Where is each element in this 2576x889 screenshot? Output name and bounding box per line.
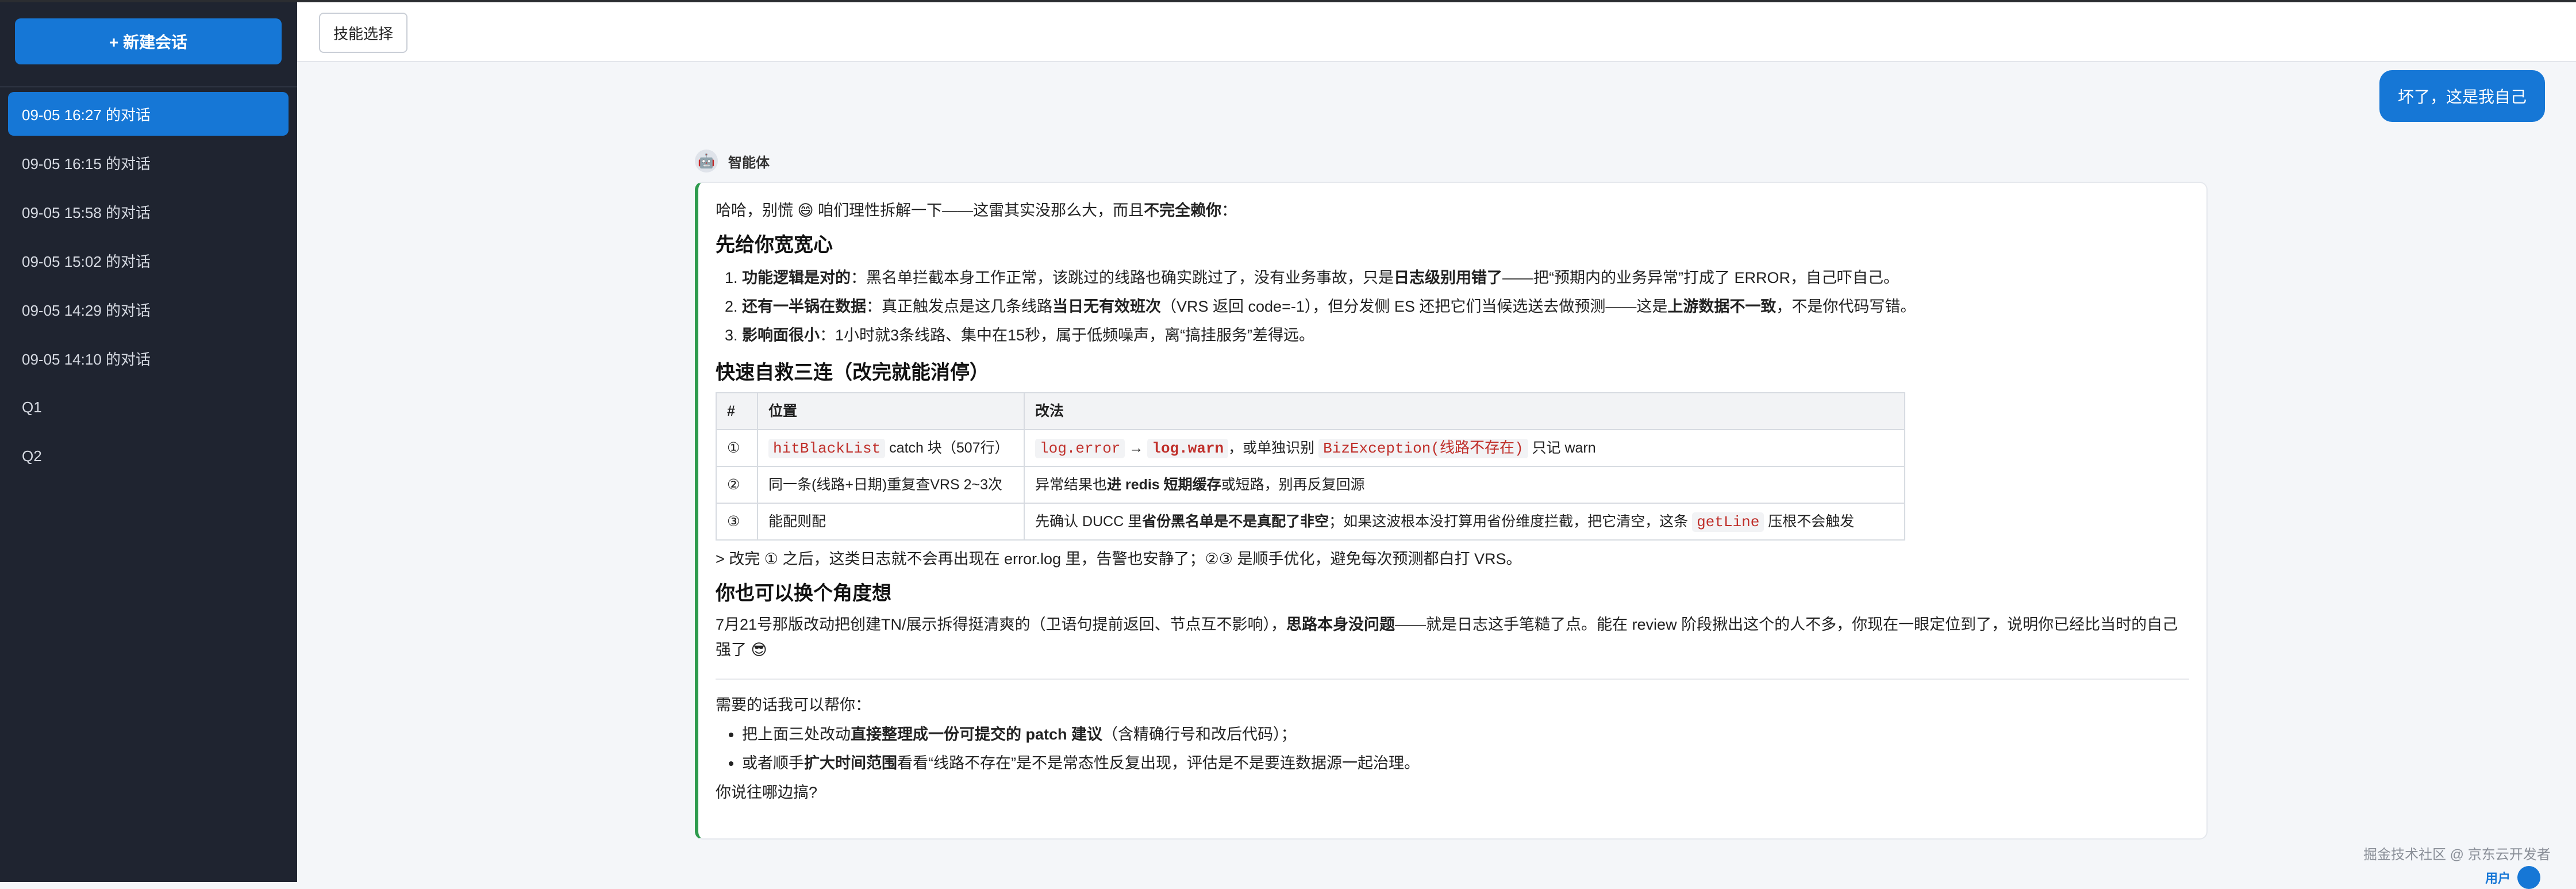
section-heading: 快速自救三连（改完就能消停） xyxy=(716,362,989,384)
skill-select-button[interactable]: 技能选择 xyxy=(319,13,407,53)
table-row: ② 同一条(线路+日期)重复查VRS 2~3次 异常结果也进 redis 短期缓… xyxy=(716,466,1905,504)
table-header: 改法 xyxy=(1024,392,1905,430)
help-intro: 需要的话我可以帮你： xyxy=(716,696,871,714)
fix-table: # 位置 改法 ① hitBlackList catch 块（507行） log… xyxy=(716,392,1905,541)
table-row: ③ 能配则配 先确认 DUCC 里省份黑名单是不是真配了非空；如果这波根本没打算… xyxy=(716,503,1905,541)
table-header-row: # 位置 改法 xyxy=(716,392,1905,430)
help-list: 把上面三处改动直接整理成一份可提交的 patch 建议（含精确行号和改后代码）；… xyxy=(716,720,2189,777)
table-header: # xyxy=(716,392,758,430)
table-cell: ① xyxy=(716,429,758,467)
chat-main: 技能选择 坏了，这是我自己 🤖 智能体 哈哈，别慌 😄 咱们理性拆解一下——这雷… xyxy=(297,2,2576,882)
table-cell: 先确认 DUCC 里省份黑名单是不是真配了非空；如果这波根本没打算用省份维度拦截… xyxy=(1024,503,1905,541)
conversation-item[interactable]: 09-05 15:02 的对话 xyxy=(8,239,289,282)
table-cell: 同一条(线路+日期)重复查VRS 2~3次 xyxy=(757,466,1025,504)
robot-icon: 🤖 xyxy=(695,150,718,173)
table-row: ① hitBlackList catch 块（507行） log.error →… xyxy=(716,429,1905,467)
divider xyxy=(716,679,2189,680)
list-item: 或者顺手扩大时间范围看看“线路不存在”是不是常态性反复出现，评估是不是要连数据源… xyxy=(742,749,2189,777)
table-cell: 异常结果也进 redis 短期缓存或短路，别再反复回源 xyxy=(1024,466,1905,504)
sidebar-divider xyxy=(0,86,297,87)
conversation-item[interactable]: Q2 xyxy=(8,434,289,478)
conversation-item[interactable]: 09-05 14:29 的对话 xyxy=(8,288,289,331)
sidebar: + 新建会话 09-05 16:27 的对话 09-05 16:15 的对话 0… xyxy=(0,2,297,882)
user-indicator: 用户 xyxy=(2485,866,2541,889)
table-cell: log.error → log.warn ，或单独识别 BizException(… xyxy=(1024,429,1905,467)
quote-text: > 改完 ① 之后，这类日志就不会再出现在 error.log 里，告警也安静了… xyxy=(716,550,1522,568)
chat-toolbar: 技能选择 xyxy=(297,2,2576,62)
agent-message-card: 哈哈，别慌 😄 咱们理性拆解一下——这雷其实没那么大，而且不完全赖你： 先给你宽… xyxy=(695,182,2208,840)
table-cell: 能配则配 xyxy=(757,503,1025,541)
conversation-item[interactable]: Q1 xyxy=(8,385,289,429)
conversation-item[interactable]: 09-05 15:58 的对话 xyxy=(8,190,289,233)
closing-text: 你说往哪边搞? xyxy=(716,784,818,801)
new-chat-button[interactable]: + 新建会话 xyxy=(15,18,282,64)
section-heading: 先给你宽宽心 xyxy=(716,234,833,256)
conversation-list: 09-05 16:27 的对话 09-05 16:15 的对话 09-05 15… xyxy=(8,92,289,483)
list-item: 把上面三处改动直接整理成一份可提交的 patch 建议（含精确行号和改后代码）； xyxy=(742,720,2189,749)
table-cell: ② xyxy=(716,466,758,504)
list-item: 功能逻辑是对的：黑名单拦截本身工作正常，该跳过的线路也确实跳过了，没有业务事故，… xyxy=(742,263,2189,292)
conversation-item-active[interactable]: 09-05 16:27 的对话 xyxy=(8,92,289,136)
section-heading: 你也可以换个角度想 xyxy=(716,583,891,604)
table-header: 位置 xyxy=(757,392,1025,430)
list-item: 还有一半锅在数据：真正触发点是这几条线路当日无有效班次（VRS 返回 code=… xyxy=(742,292,2189,321)
watermark: 掘金技术社区 @ 京东云开发者 xyxy=(2363,847,2551,863)
paragraph: 7月21号那版改动把创建TN/展示拆得挺清爽的（卫语句提前返回、节点互不影响），… xyxy=(716,616,2178,658)
intro-text: 哈哈，别慌 😄 咱们理性拆解一下——这雷其实没那么大，而且不完全赖你： xyxy=(716,202,1237,219)
agent-name: 智能体 xyxy=(728,155,770,171)
table-cell: hitBlackList catch 块（507行） xyxy=(757,429,1025,467)
conversation-item[interactable]: 09-05 14:10 的对话 xyxy=(8,336,289,380)
conversation-item[interactable]: 09-05 16:15 的对话 xyxy=(8,141,289,185)
reassure-list: 功能逻辑是对的：黑名单拦截本身工作正常，该跳过的线路也确实跳过了，没有业务事故，… xyxy=(716,263,2189,350)
agent-header: 🤖 智能体 xyxy=(695,150,770,173)
list-item: 影响面很小：1小时就3条线路、集中在15秒，属于低频噪声，离“搞挂服务”差得远。 xyxy=(742,321,2189,350)
table-cell: ③ xyxy=(716,503,758,541)
user-message-bubble: 坏了，这是我自己 xyxy=(2379,70,2545,122)
user-label: 用户 xyxy=(2485,871,2511,886)
user-avatar xyxy=(2517,866,2541,889)
